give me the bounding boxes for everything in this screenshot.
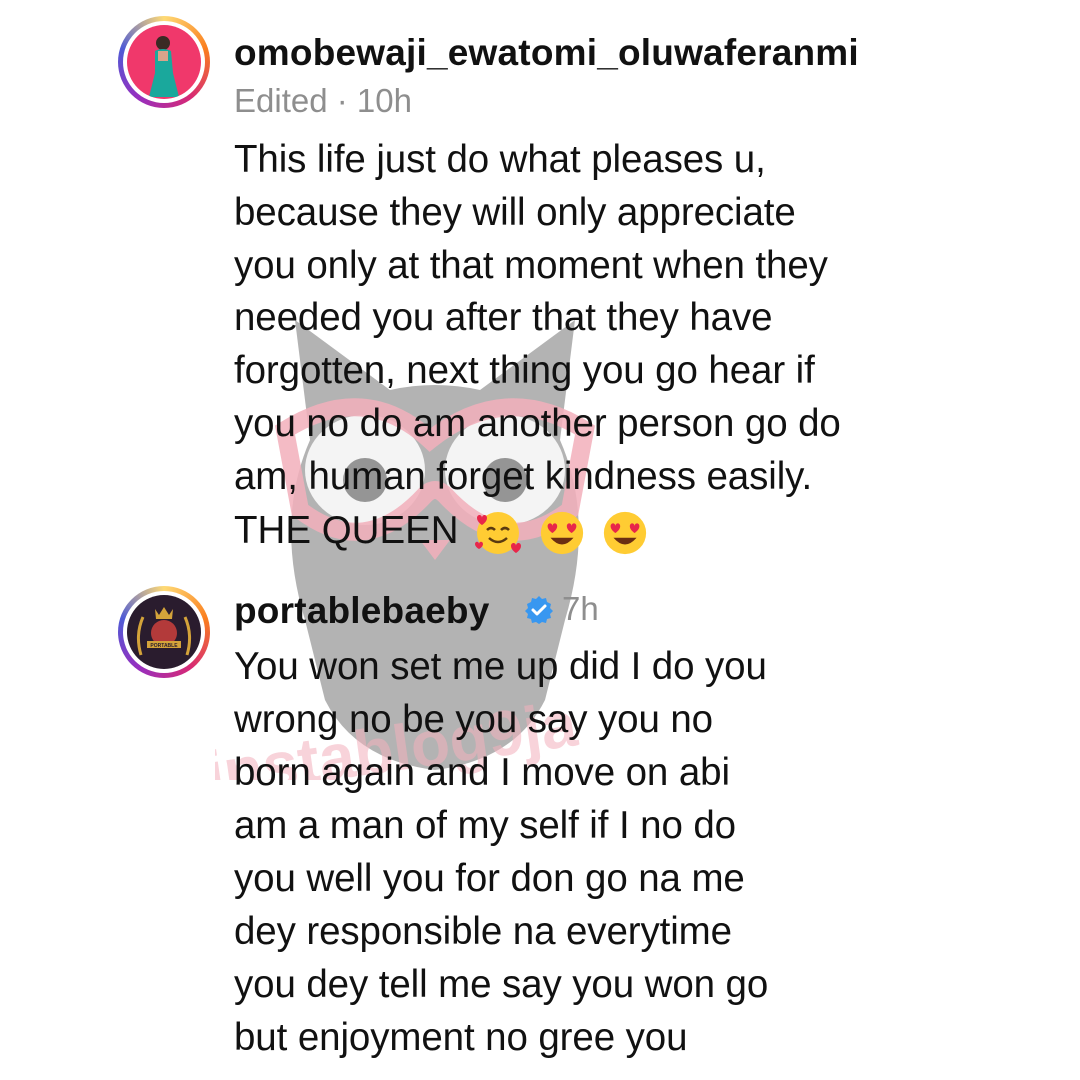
timestamp: 10h	[356, 82, 412, 119]
username[interactable]: omobewaji_ewatomi_oluwaferanmi	[234, 32, 859, 74]
profile-photo-icon	[127, 25, 201, 99]
comment-text: You won set me up did I do you wrong no …	[234, 645, 769, 1059]
comment-text: This life just do what pleases u, becaus…	[234, 138, 841, 498]
heart-eyes-icon	[603, 511, 646, 555]
edited-label: Edited	[234, 82, 328, 119]
signoff-text: THE QUEEN	[234, 509, 459, 553]
timestamp: 7h	[562, 590, 599, 627]
username[interactable]: portablebaeby	[234, 590, 490, 632]
meta-separator: ·	[336, 82, 348, 119]
comment-meta: Edited · 10h	[234, 82, 412, 120]
avatar-logo-text: PORTABLE	[150, 643, 178, 649]
heart-eyes-icon	[540, 511, 584, 555]
avatar[interactable]: PORTABLE	[118, 586, 210, 678]
verified-badge-icon	[525, 596, 553, 624]
comment-signoff: THE QUEEN	[234, 508, 649, 558]
profile-logo-icon: PORTABLE	[127, 595, 201, 669]
smiling-face-with-hearts-icon	[475, 512, 522, 554]
avatar[interactable]	[118, 16, 210, 108]
